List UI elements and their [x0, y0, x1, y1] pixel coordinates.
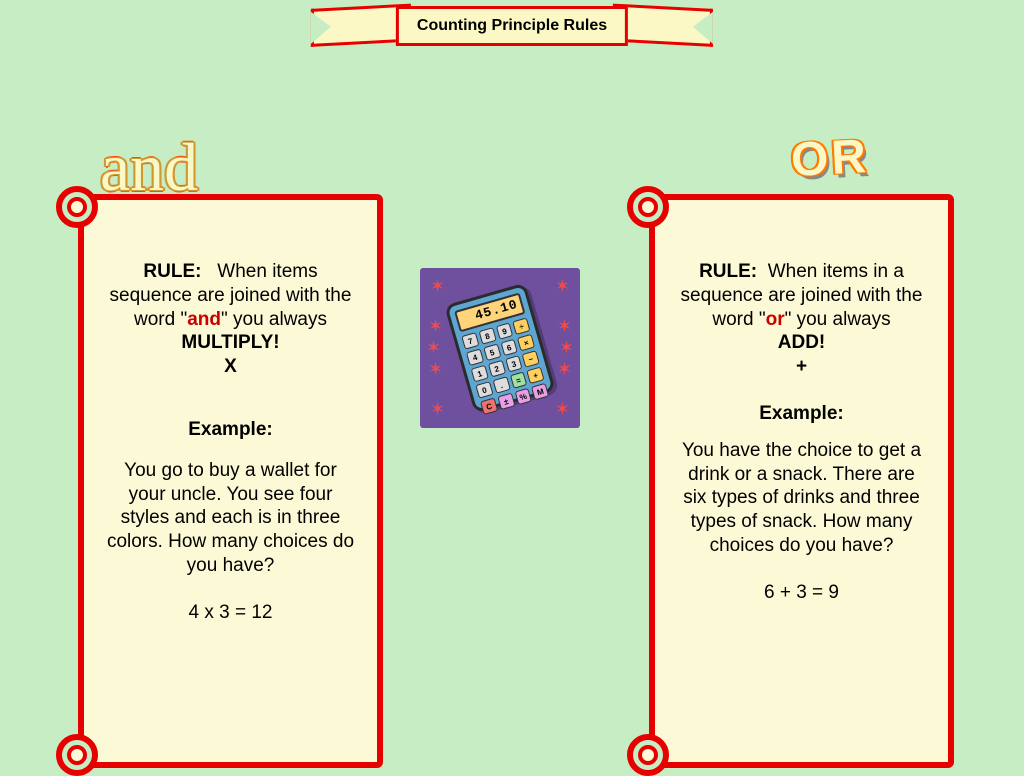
calculator-key: % — [514, 388, 532, 406]
title-banner: Counting Principle Rules — [296, 6, 728, 46]
scroll-curl-icon — [627, 186, 669, 228]
computation-or: 6 + 3 = 9 — [675, 582, 928, 604]
calculator-key: M — [531, 383, 549, 401]
calculator-key: ÷ — [512, 317, 530, 335]
calculator-key: − — [522, 350, 540, 368]
calculator-key: 9 — [495, 322, 513, 340]
calculator-key: 2 — [488, 360, 506, 378]
calculator-key: 1 — [471, 365, 489, 383]
rule-scroll-and: RULE: When items sequence are joined wit… — [78, 194, 383, 768]
example-label: Example: — [675, 403, 928, 425]
calculator-key: + — [526, 367, 544, 385]
heading-or: OR — [790, 138, 870, 180]
calculator-key: 7 — [461, 332, 479, 350]
scroll-curl-icon — [56, 186, 98, 228]
calculator-key: 4 — [466, 348, 484, 366]
calculator-icon: 45.10 789÷ 456× 123− 0.=+ C±%M — [444, 283, 556, 414]
heading-and: and — [100, 140, 198, 194]
rule-text-or: RULE: When items in a sequence are joine… — [675, 260, 928, 379]
calculator-key: 5 — [483, 344, 501, 362]
calculator-key: 6 — [500, 339, 518, 357]
calculator-key: . — [492, 376, 510, 394]
example-body-or: You have the choice to get a drink or a … — [675, 439, 928, 558]
scroll-curl-icon — [56, 734, 98, 776]
calculator-key: 0 — [475, 381, 493, 399]
calculator-clipart: ✶ ✶ ✶ ✶ ✶ ✶ ✶ ✶ ✶ ✶ 45.10 789÷456×123−0.… — [420, 268, 580, 428]
page-title: Counting Principle Rules — [396, 6, 628, 46]
calculator-keys: 789÷ 456× 123− 0.=+ C±%M — [461, 317, 549, 415]
calculator-key: 3 — [505, 355, 523, 373]
calculator-key: ± — [497, 393, 515, 411]
rule-scroll-or: RULE: When items in a sequence are joine… — [649, 194, 954, 768]
computation-and: 4 x 3 = 12 — [104, 602, 357, 624]
calculator-key: × — [517, 334, 535, 352]
example-body-and: You go to buy a wallet for your uncle. Y… — [104, 459, 357, 578]
rule-text-and: RULE: When items sequence are joined wit… — [104, 260, 357, 379]
calculator-key: C — [480, 398, 498, 416]
example-label: Example: — [104, 419, 357, 441]
calculator-key: 8 — [478, 327, 496, 345]
scroll-curl-icon — [627, 734, 669, 776]
calculator-key: = — [509, 371, 527, 389]
